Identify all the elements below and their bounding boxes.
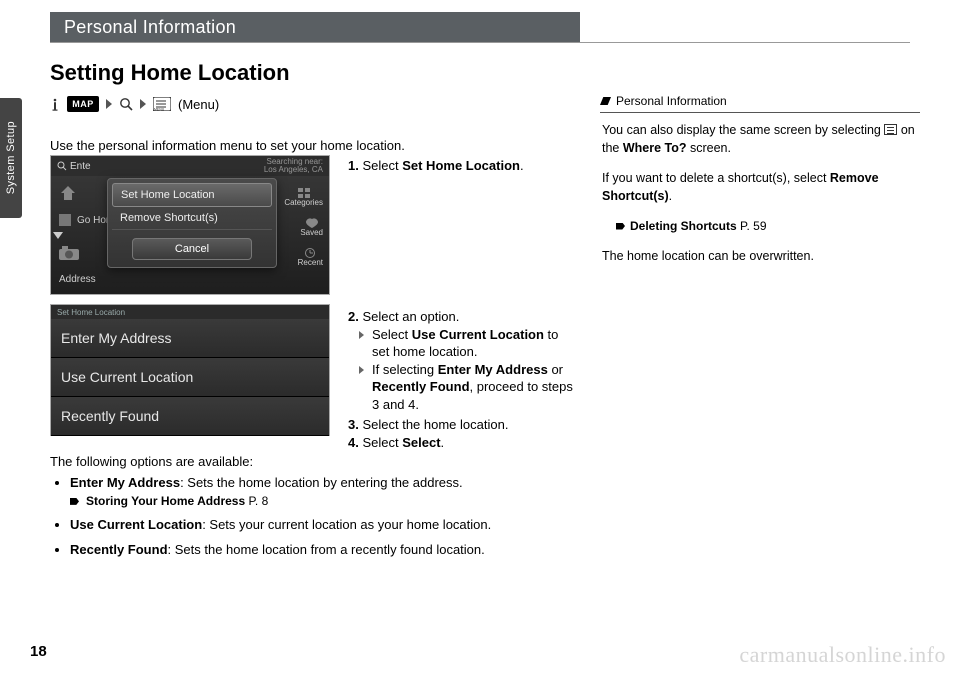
magnify-icon: [57, 161, 67, 171]
map-button-icon: MAP: [67, 96, 99, 112]
screenshot-set-home-list: Set Home Location Enter My Address Use C…: [50, 304, 330, 436]
arrow-icon: [140, 99, 146, 109]
list-item-recently-found[interactable]: Recently Found: [51, 397, 329, 436]
options-list: Enter My Address: Sets the home location…: [50, 474, 570, 566]
info-p3: The home location can be overwritten.: [602, 247, 918, 265]
info-p1: You can also display the same screen by …: [602, 121, 918, 157]
breadcrumb: MAP MENU (Menu): [50, 96, 219, 112]
step-1: 1. Select Set Home Location.: [348, 158, 568, 173]
go-home-underlay: Go Hom: [59, 214, 114, 226]
recent-underlay: Recent: [298, 248, 323, 267]
menu-icon: [884, 124, 897, 135]
xref-deleting-shortcuts: Deleting Shortcuts P. 59: [602, 218, 918, 235]
popup-set-home[interactable]: Set Home Location: [112, 183, 272, 207]
popup-remove-shortcut[interactable]: Remove Shortcut(s): [112, 207, 272, 230]
chapter-header: Personal Information: [50, 12, 580, 42]
arrow-icon: [106, 99, 112, 109]
info-p2: If you want to delete a shortcut(s), sel…: [602, 169, 918, 205]
section-title: Setting Home Location: [50, 60, 290, 86]
option-recently-found: Recently Found: Sets the home location f…: [70, 541, 570, 560]
categories-underlay: Categories: [284, 188, 323, 207]
popup-cancel[interactable]: Cancel: [132, 238, 252, 260]
info-icon: [50, 97, 60, 111]
side-tab-label: System Setup: [5, 121, 17, 194]
list-item-enter-address[interactable]: Enter My Address: [51, 319, 329, 358]
list-item-use-current[interactable]: Use Current Location: [51, 358, 329, 397]
option-enter-address: Enter My Address: Sets the home location…: [70, 474, 570, 510]
info-flag-icon: [600, 97, 611, 105]
info-sidebar: Personal Information You can also displa…: [600, 92, 920, 285]
popup-menu: Set Home Location Remove Shortcut(s) Can…: [107, 178, 277, 268]
down-arrow-icon: [53, 230, 63, 243]
header-rule: [50, 42, 910, 43]
list-header: Set Home Location: [51, 305, 329, 319]
intro-text: Use the personal information menu to set…: [50, 138, 405, 153]
info-label: Personal Information: [616, 94, 727, 108]
search-region: Searching near: Los Angeles, CA: [264, 158, 323, 174]
step-number: 1.: [348, 158, 359, 173]
side-tab: System Setup: [0, 98, 22, 218]
saved-underlay: Saved: [300, 218, 323, 237]
steps-2-4: 2. Select an option. Select Use Current …: [348, 308, 578, 451]
svg-text:MENU: MENU: [154, 108, 165, 112]
camera-underlay: [59, 246, 79, 260]
watermark: carmanualsonline.info: [739, 642, 946, 668]
search-prefix: Ente: [70, 161, 91, 172]
page-number: 18: [30, 643, 47, 660]
chapter-title: Personal Information: [64, 17, 236, 38]
address-underlay: Address: [59, 274, 96, 285]
magnify-icon: [119, 97, 133, 111]
option-use-current: Use Current Location: Sets your current …: [70, 516, 570, 535]
xref-storing-home: Storing Your Home Address P. 8: [70, 493, 570, 510]
home-icon: [59, 184, 77, 202]
breadcrumb-menu-label: (Menu): [178, 97, 219, 112]
options-intro: The following options are available:: [50, 454, 253, 469]
screenshot-menu-popup: Ente Searching near: Los Angeles, CA Go …: [50, 155, 330, 295]
menu-icon: MENU: [153, 97, 171, 111]
